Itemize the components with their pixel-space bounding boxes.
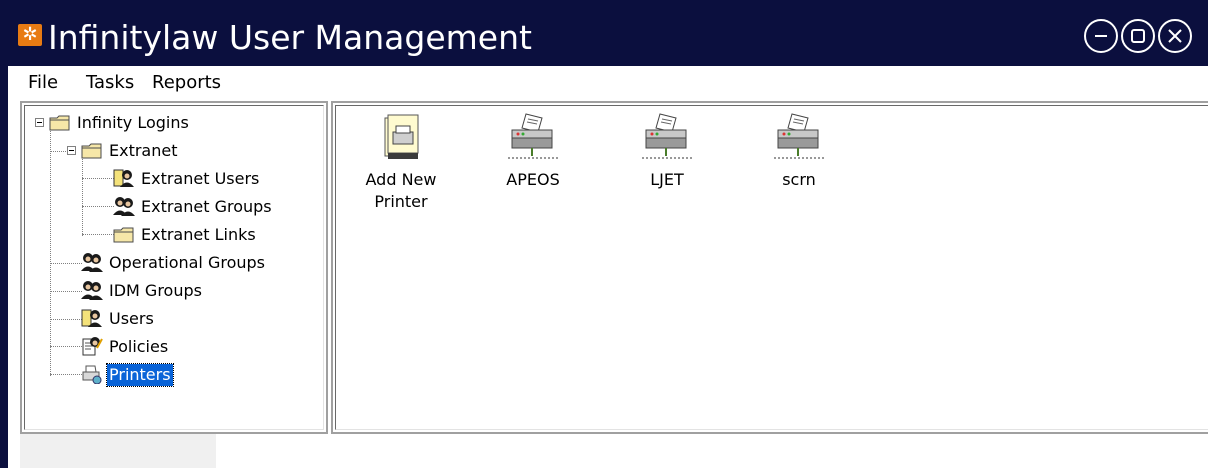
menu-bar: File Tasks Reports xyxy=(0,66,1208,98)
menu-tasks[interactable]: Tasks xyxy=(86,72,134,93)
printer-label: APEOS xyxy=(506,170,560,189)
folder-icon xyxy=(49,115,70,131)
printer-label: LJET xyxy=(650,170,684,189)
policy-icon xyxy=(82,337,103,356)
printers-panel[interactable]: Add New Printer APEOS LJET scrn xyxy=(331,101,1208,434)
tree-label: Infinity Logins xyxy=(77,113,189,132)
tree-label: IDM Groups xyxy=(109,281,202,300)
printer-item-add-new[interactable]: Add New Printer xyxy=(351,112,451,213)
network-printer-icon xyxy=(774,113,824,159)
printer-item-scrn[interactable]: scrn xyxy=(749,112,849,191)
collapse-icon[interactable] xyxy=(67,146,76,155)
tree-connector xyxy=(82,206,114,207)
window-title: Infinitylaw User Management xyxy=(48,18,532,57)
tree-connector xyxy=(50,263,82,264)
tree-connector xyxy=(50,128,51,376)
menu-reports[interactable]: Reports xyxy=(152,72,221,93)
tree-label: Policies xyxy=(109,337,169,356)
tree-label: Extranet Groups xyxy=(141,197,272,216)
group-icon xyxy=(113,197,135,216)
tree-connector xyxy=(50,291,82,292)
network-printer-icon xyxy=(642,113,692,159)
add-printer-icon xyxy=(384,114,419,159)
window-left-border xyxy=(0,98,8,468)
tree-label: Operational Groups xyxy=(109,253,266,272)
printer-item-ljet[interactable]: LJET xyxy=(617,112,717,191)
tree-panel[interactable]: Infinity Logins Extranet Extranet Users xyxy=(20,101,328,434)
printers-icon xyxy=(82,365,102,384)
tree-connector xyxy=(50,374,82,375)
maximize-icon xyxy=(1131,29,1145,43)
folder-icon xyxy=(81,143,102,159)
minimize-icon xyxy=(1095,35,1107,37)
tree-label: Extranet xyxy=(109,141,178,160)
group-icon xyxy=(81,281,103,300)
printer-label: scrn xyxy=(782,170,816,189)
tree-label: Users xyxy=(109,309,154,328)
tree-label-selected: Printers xyxy=(106,363,174,387)
close-icon xyxy=(1168,29,1182,43)
close-button[interactable] xyxy=(1158,19,1192,53)
user-icon xyxy=(113,169,134,187)
collapse-icon[interactable] xyxy=(35,118,44,127)
tree-connector xyxy=(82,178,114,179)
printer-label-line2: Printer xyxy=(374,192,428,211)
tree-connector xyxy=(50,151,66,152)
maximize-button[interactable] xyxy=(1121,19,1155,53)
tree-connector xyxy=(50,346,82,347)
user-icon xyxy=(81,309,102,327)
folder-icon xyxy=(113,227,134,243)
printer-item-apeos[interactable]: APEOS xyxy=(483,112,583,191)
gear-icon: ✲ xyxy=(18,24,42,46)
tree-connector xyxy=(82,234,114,235)
menu-file[interactable]: File xyxy=(28,72,58,93)
tree-label: Extranet Users xyxy=(141,169,260,188)
minimize-button[interactable] xyxy=(1084,19,1118,53)
tree-connector xyxy=(50,319,82,320)
printer-label: Add New xyxy=(365,170,437,189)
status-area xyxy=(20,434,216,468)
title-bar[interactable]: ✲ Infinitylaw User Management xyxy=(0,0,1208,66)
network-printer-icon xyxy=(508,113,558,159)
group-icon xyxy=(81,253,103,272)
tree-connector xyxy=(82,156,83,236)
tree-label: Extranet Links xyxy=(141,225,256,244)
